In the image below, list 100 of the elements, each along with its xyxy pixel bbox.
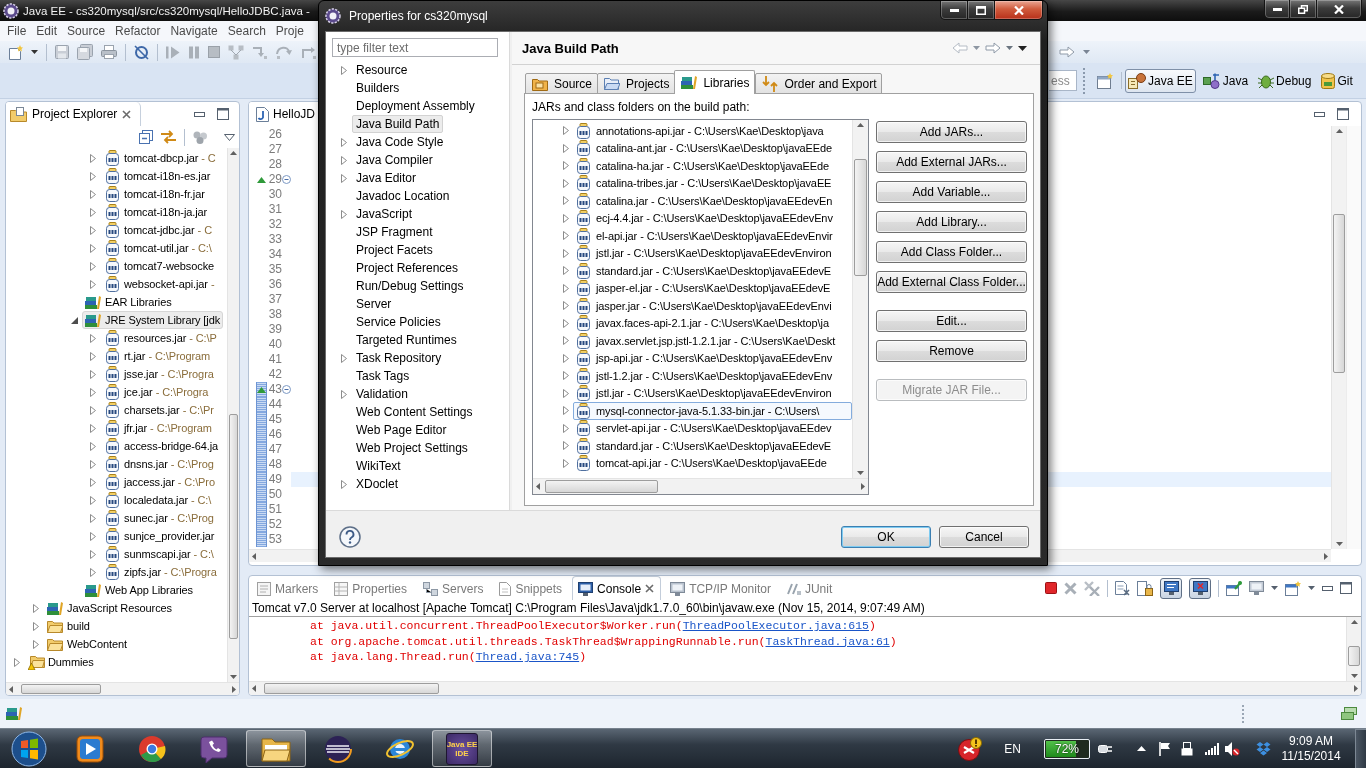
category-item[interactable]: Validation	[352, 385, 412, 403]
close-button[interactable]	[995, 1, 1043, 20]
tree-item[interactable]: jfr.jar - C:\Program	[101, 419, 215, 437]
category-item[interactable]: Web Content Settings	[352, 403, 477, 421]
monitor-icon[interactable]	[1249, 581, 1264, 595]
toggle-button[interactable]	[1189, 577, 1211, 599]
tree-item[interactable]: jsse.jar - C:\Progra	[101, 365, 217, 383]
language-indicator[interactable]: EN	[1004, 741, 1021, 756]
right-triangle-icon[interactable]	[33, 639, 39, 649]
up-triangle-icon[interactable]	[1335, 129, 1343, 133]
taskbar-app-button[interactable]	[246, 730, 306, 767]
signal-bars-icon[interactable]	[1205, 742, 1219, 755]
tree-item[interactable]: tomcat7-websocke	[101, 257, 218, 275]
right-triangle-icon[interactable]	[90, 567, 96, 577]
right-triangle-icon[interactable]	[341, 479, 347, 489]
category-item[interactable]: Java Code Style	[352, 133, 448, 151]
stop-icon[interactable]	[1045, 582, 1057, 594]
view-tab[interactable]: Console	[572, 576, 662, 600]
dots-cluster-icon[interactable]	[193, 130, 208, 144]
tab[interactable]: Projects	[597, 73, 676, 94]
list-item[interactable]: catalina.jar - C:\Users\Kae\Desktop\javaEEdevEn	[573, 192, 852, 210]
stack-trace-link[interactable]: Thread.java:745	[475, 650, 580, 663]
right-triangle-icon[interactable]	[90, 549, 96, 559]
tree-item[interactable]: jce.jar - C:\Progra	[101, 383, 212, 401]
new-file-icon[interactable]	[9, 44, 23, 60]
right-triangle-icon[interactable]	[90, 513, 96, 523]
curved-arrow-icon[interactable]	[276, 45, 293, 59]
caret-icon[interactable]	[1308, 586, 1315, 590]
list-item[interactable]: jstl.jar - C:\Users\Kae\Desktop\javaEEdevEnviron	[573, 244, 852, 262]
list-item[interactable]: servlet-api.jar - C:\Users\Kae\Desktop\javaEEdev	[573, 419, 852, 437]
list-item[interactable]: javax.servlet.jsp.jstl-1.2.1.jar - C:\Users\Kae\Deskt	[573, 332, 852, 350]
right-triangle-icon[interactable]	[861, 483, 865, 490]
minimize-button[interactable]	[940, 1, 968, 20]
view-tab[interactable]: Snippets	[493, 576, 570, 600]
dialog-button[interactable]: Add Library...	[876, 211, 1027, 233]
tree-item[interactable]: tomcat-jdbc.jar - C	[101, 221, 215, 239]
right-triangle-icon[interactable]	[341, 65, 347, 75]
right-triangle-icon[interactable]	[341, 353, 347, 363]
right-triangle-icon[interactable]	[14, 657, 20, 667]
right-triangle-icon[interactable]	[90, 261, 96, 271]
tree-item[interactable]: access-bridge-64.ja	[101, 437, 222, 455]
list-item[interactable]: tomcat-api.jar - C:\Users\Kae\Desktop\javaEEde	[573, 454, 852, 472]
page-lock-icon[interactable]	[1137, 580, 1153, 596]
right-triangle-icon[interactable]	[90, 351, 96, 361]
scrollbar-thumb[interactable]	[545, 480, 658, 493]
perspective-button[interactable]: Git	[1318, 68, 1356, 93]
vertical-scrollbar[interactable]	[1331, 126, 1346, 549]
horizontal-scrollbar[interactable]	[249, 681, 1361, 695]
view-tab[interactable]: Servers	[417, 576, 491, 600]
tree-item[interactable]: Dummies	[25, 653, 97, 671]
list-item[interactable]: mysql-connector-java-5.1.33-bin.jar - C:\Users\	[573, 402, 852, 420]
tree-item[interactable]: zipfs.jar - C:\Progra	[101, 563, 220, 581]
scrollbar-thumb[interactable]	[854, 159, 867, 276]
dialog-button[interactable]: OK	[841, 526, 931, 548]
right-triangle-icon[interactable]	[1354, 685, 1358, 692]
tree-item[interactable]: tomcat-dbcp.jar - C	[101, 149, 219, 167]
category-item[interactable]: Java Editor	[352, 169, 421, 187]
clock[interactable]: 9:09 AM 11/15/2014	[1283, 733, 1339, 764]
perspective-button[interactable]: Java	[1199, 68, 1252, 93]
tree-item[interactable]: sunec.jar - C:\Prog	[101, 509, 217, 527]
category-item[interactable]: Java Build Path	[352, 115, 444, 133]
category-item[interactable]: Javadoc Location	[352, 187, 454, 205]
cross-icon[interactable]	[1064, 581, 1077, 595]
tree-item[interactable]: tomcat-i18n-ja.jar	[101, 203, 211, 221]
scrollbar-thumb[interactable]	[1348, 646, 1360, 666]
fold-minus-icon[interactable]	[282, 175, 291, 184]
category-item[interactable]: WikiText	[352, 457, 405, 475]
crossed-circle-icon[interactable]	[134, 44, 149, 60]
minimize-button[interactable]	[1264, 0, 1290, 19]
stacked-windows-icon[interactable]	[1341, 707, 1357, 720]
category-item[interactable]: Web Page Editor	[352, 421, 451, 439]
padlock-icon[interactable]	[1181, 741, 1193, 756]
up-triangle-icon[interactable]	[230, 151, 237, 155]
tree-item[interactable]: Web App Libraries	[82, 581, 196, 599]
right-triangle-icon[interactable]	[33, 603, 39, 613]
list-item[interactable]: annotations-api.jar - C:\Users\Kae\Desktop\java	[573, 122, 852, 140]
tree-item[interactable]: localedata.jar - C:\	[101, 491, 215, 509]
right-triangle-icon[interactable]	[90, 171, 96, 181]
right-triangle-icon[interactable]	[90, 279, 96, 289]
right-triangle-icon[interactable]	[90, 441, 96, 451]
view-tab[interactable]: Project Explorer	[6, 102, 142, 126]
right-triangle-icon[interactable]	[90, 495, 96, 505]
double-cross-icon[interactable]	[1084, 580, 1100, 596]
list-item[interactable]: jasper-el.jar - C:\Users\Kae\Desktop\javaEEdevE	[573, 279, 852, 297]
return-arrow-icon[interactable]	[301, 45, 317, 59]
category-item[interactable]: Builders	[352, 79, 404, 97]
dialog-button[interactable]: Add Class Folder...	[876, 241, 1027, 263]
right-triangle-icon[interactable]	[232, 685, 236, 693]
dialog-button[interactable]: Remove	[876, 340, 1027, 362]
right-triangle-icon[interactable]	[341, 173, 347, 183]
stack-trace-link[interactable]: ThreadPoolExecutor.java:615	[682, 619, 869, 632]
tree-item[interactable]: websocket-api.jar -	[101, 275, 218, 293]
menu-item[interactable]: Navigate	[165, 24, 223, 38]
scrollbar-thumb[interactable]	[229, 414, 238, 639]
category-item[interactable]: Run/Debug Settings	[352, 277, 468, 295]
diamonds-icon[interactable]	[1256, 741, 1271, 756]
dialog-button[interactable]: Add External Class Folder...	[876, 271, 1027, 293]
perspective-button[interactable]: Java EE	[1125, 68, 1196, 93]
horizontal-scrollbar[interactable]	[6, 682, 239, 695]
stack-trace-link[interactable]: TaskThread.java:61	[765, 634, 890, 648]
